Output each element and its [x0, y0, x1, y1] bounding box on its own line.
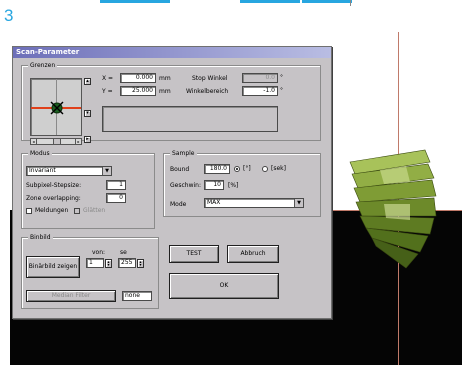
scroll-thumb[interactable]: [53, 139, 61, 144]
status-display: [102, 106, 278, 132]
scroll-left-icon[interactable]: ◂: [31, 139, 37, 144]
pad-right-arrow-icon[interactable]: ▸: [84, 136, 91, 143]
median-filter-input[interactable]: none: [122, 291, 152, 301]
sample-label: Sample: [170, 149, 197, 158]
grenzen-group: Grenzen ▴ ▾ ◂ ▸ ▸ X = 0.000 mm Y = 25.00…: [21, 61, 321, 145]
mode-label: Mode: [170, 201, 187, 208]
deg-label: [°]: [243, 165, 251, 172]
modus-selected-value: Invariant: [29, 167, 56, 174]
test-button[interactable]: TEST: [169, 245, 219, 263]
zone-label: Zone overlapping:: [26, 195, 81, 202]
von-label: von:: [92, 249, 106, 256]
stop-winkel-unit: °: [280, 74, 283, 81]
modus-label: Modus: [28, 149, 52, 158]
crosshair-target-icon: [50, 101, 64, 115]
bound-input[interactable]: 180.0: [204, 164, 230, 174]
von-input[interactable]: 1: [86, 258, 104, 268]
mode-selected-value: MAX: [207, 199, 221, 206]
binbild-label: Binbild: [28, 233, 53, 242]
se-spinner-icon[interactable]: ▴ ▾: [137, 259, 144, 268]
binbild-group: Binbild Binärbild zeigen von: 1 ▴ ▾ se 25…: [21, 233, 159, 309]
pad-up-arrow-icon[interactable]: ▴: [84, 78, 91, 85]
geschwin-input[interactable]: 10: [204, 180, 224, 190]
modus-select[interactable]: Invariant ▼: [26, 166, 112, 176]
modus-group: Modus Invariant ▼ Subpixel-Stepsize: 1 Z…: [21, 149, 155, 229]
position-pad[interactable]: [30, 78, 82, 136]
x-label: X =: [102, 75, 114, 82]
winkelbereich-input[interactable]: -1.0: [242, 86, 278, 96]
stop-winkel-label: Stop Winkel: [192, 75, 228, 82]
pad-down-arrow-icon[interactable]: ▾: [84, 110, 91, 117]
sample-group: Sample Bound 180.0 [°] [sek] Geschwin: 1…: [163, 149, 321, 217]
scan-parameter-dialog: Scan-Parameter Grenzen ▴ ▾ ◂ ▸ ▸ X = 0.0…: [12, 46, 332, 319]
x-unit: mm: [159, 75, 171, 82]
winkelbereich-unit: °: [280, 87, 283, 94]
bound-label: Bound: [170, 166, 190, 173]
meldungen-label: Meldungen: [35, 207, 69, 214]
subpixel-input[interactable]: 1: [106, 180, 126, 190]
sek-radio[interactable]: [262, 166, 268, 172]
abbruch-button[interactable]: Abbruch: [227, 245, 279, 263]
horizontal-scrollbar[interactable]: ◂ ▸: [30, 138, 82, 145]
scroll-right-icon[interactable]: ▸: [75, 139, 81, 144]
geschwin-label: Geschwin:: [170, 182, 201, 189]
glatten-label: Glätten: [83, 207, 106, 214]
chevron-down-icon[interactable]: ▼: [102, 167, 111, 175]
zone-input[interactable]: 0: [106, 193, 126, 203]
mode-select[interactable]: MAX ▼: [204, 198, 304, 208]
figure-number: 3: [4, 6, 14, 25]
binaerbild-zeigen-button[interactable]: Binärbild zeigen: [26, 256, 80, 278]
von-spinner-icon[interactable]: ▴ ▾: [105, 259, 112, 268]
sek-label: [sek]: [271, 165, 286, 172]
stop-winkel-input[interactable]: 0.0: [242, 73, 278, 83]
dialog-title: Scan-Parameter: [13, 47, 331, 58]
x-input[interactable]: 0.000: [120, 73, 156, 83]
se-input[interactable]: 255: [118, 258, 136, 268]
scan-fan-graphic: [349, 149, 437, 269]
y-unit: mm: [159, 88, 171, 95]
meldungen-checkbox[interactable]: [26, 208, 32, 214]
ok-button[interactable]: OK: [169, 273, 279, 299]
winkelbereich-label: Winkelbereich: [186, 88, 229, 95]
glatten-checkbox[interactable]: [74, 208, 80, 214]
subpixel-label: Subpixel-Stepsize:: [26, 182, 82, 189]
y-label: Y =: [102, 88, 113, 95]
grenzen-label: Grenzen: [28, 61, 58, 70]
median-filter-button[interactable]: Median Filter: [26, 290, 116, 302]
y-input[interactable]: 25.000: [120, 86, 156, 96]
deg-radio[interactable]: [234, 166, 240, 172]
geschwin-unit: [%]: [228, 182, 239, 189]
top-rule: [0, 0, 462, 6]
se-label: se: [120, 249, 127, 256]
chevron-down-icon[interactable]: ▼: [294, 199, 303, 207]
